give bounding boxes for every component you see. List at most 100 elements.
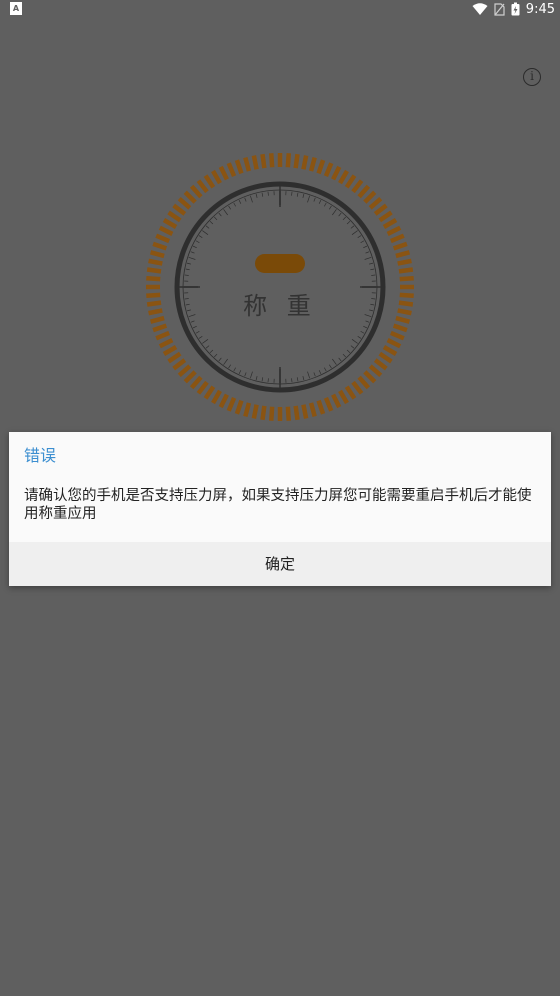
error-dialog: 错误 请确认您的手机是否支持压力屏，如果支持压力屏您可能需要重启手机后才能使用称… [9,432,551,586]
outer-tick [316,159,326,175]
outer-tick [172,203,187,216]
outer-tick [351,179,364,194]
outer-tick [226,397,237,412]
dial-tick [244,197,247,202]
outer-tick [398,267,414,274]
dial-tick [357,336,362,339]
outer-tick [155,233,170,244]
outer-tick [378,351,393,364]
dial-tick [332,358,337,365]
outer-tick [323,162,334,177]
dial-tick [209,221,214,225]
dial-tick [369,309,374,312]
dial-tick [313,372,316,377]
dial-tick [370,268,375,271]
dial-tick [233,202,236,207]
info-icon[interactable]: i [523,68,541,86]
dial-tick [198,336,203,339]
outer-tick [301,155,309,170]
dial-tick [202,230,209,235]
dial-tick [324,367,327,372]
outer-tick [386,338,402,349]
dial-tick [291,191,293,196]
outer-tick [158,338,174,349]
dial-tick [228,205,231,210]
dial-tick [238,199,242,204]
outer-tick [152,241,168,251]
outer-tick [268,406,275,421]
dial-tick [218,212,222,217]
dial-tick [371,274,376,276]
outer-tick [308,402,317,418]
outer-tick [146,267,162,274]
outer-tick [344,385,357,400]
dial-tick [342,216,346,221]
outer-tick [211,389,222,405]
outer-tick [243,156,252,172]
outer-tick [316,399,326,415]
outer-tick [243,402,252,418]
outer-tick [218,393,229,409]
outer-tick [211,169,222,185]
dial-tick [351,230,358,235]
dial-tick [195,240,200,243]
outer-tick [218,165,229,181]
outer-tick [149,250,165,259]
dial-tick [184,274,189,276]
dial-tick [209,349,214,353]
outer-tick [148,258,163,266]
dial-tick [186,309,191,312]
outer-tick [363,190,377,204]
dial-tick [365,251,370,254]
outer-tick [368,196,383,210]
dial-tick [357,235,362,238]
dial-tick [192,325,197,329]
dial-tick [332,209,337,216]
outer-tick [183,190,197,204]
outer-tick [382,218,398,229]
dial-tick [205,345,210,349]
outer-tick [285,153,292,168]
dialog-title: 错误 [24,446,57,465]
confirm-button[interactable]: 确定 [9,542,551,586]
outer-tick [152,323,168,333]
dial-tick [186,262,191,265]
outer-tick [382,345,398,356]
outer-tick [373,203,388,216]
dial-tick [302,376,305,381]
status-bar: A 9:45 [0,0,560,18]
dial-tick [267,191,269,196]
wifi-icon [472,2,488,15]
outer-tick [357,375,371,390]
outer-tick [392,241,408,251]
dial-tick [338,212,342,217]
dial-tick [198,235,203,238]
outer-tick [196,380,209,395]
dial-tick [195,331,200,334]
outer-tick [398,300,414,307]
dial-tick [261,377,264,382]
outer-tick [395,250,411,259]
status-time: 9:45 [525,1,555,17]
dial-tick [214,216,218,221]
dial-tick [185,268,190,271]
outer-tick [399,275,414,282]
outer-tick [397,258,412,266]
dial-tick [185,303,190,306]
dial-tick [296,377,299,382]
dial-tick [250,371,253,379]
outer-tick [308,156,317,172]
dial-tick [360,331,365,334]
outer-tick [183,370,197,384]
dial-tick [307,195,310,203]
dial-tick [318,199,322,204]
outer-tick [390,330,405,341]
dial-tick [302,193,305,198]
dial-tick [228,364,231,369]
outer-tick [392,323,408,333]
dial-tick [313,197,316,202]
outer-tick [189,375,203,390]
dial-tick [205,225,210,229]
outer-tick [395,315,411,324]
outer-tick [162,345,178,356]
